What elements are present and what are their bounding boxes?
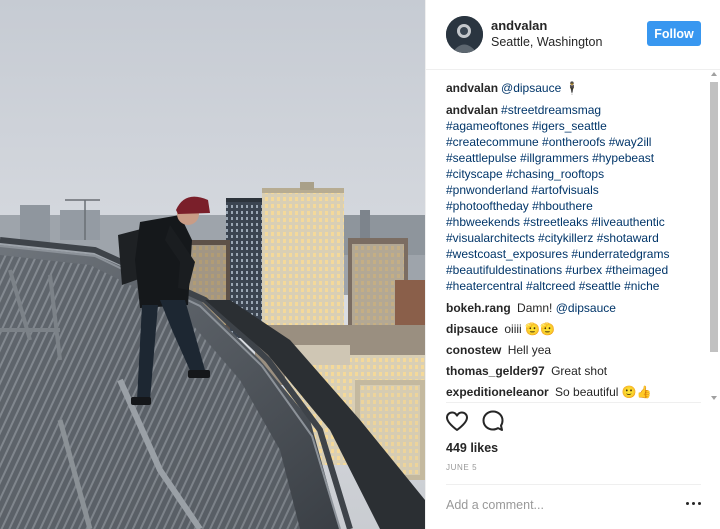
divider [446, 402, 701, 403]
heart-icon [446, 411, 468, 431]
comment-mention[interactable]: @dipsauce [556, 301, 616, 315]
hashtag-line[interactable]: #cityscape #chasing_rooftops [446, 166, 701, 182]
scroll-down-arrow-icon[interactable] [711, 396, 717, 400]
caption-hashtags: andvalan #streetdreamsmag #agameoftones #… [446, 102, 701, 294]
hashtag-line[interactable]: #visualarchitects #citykillerz #shotawar… [446, 230, 701, 246]
hashtag-line[interactable]: #hbweekends #streetleaks #liveauthentic [446, 214, 701, 230]
comment-item: thomas_gelder97 Great shot [446, 363, 701, 379]
post-location[interactable]: Seattle, Washington [491, 35, 602, 49]
hashtag-line[interactable]: #createcommune #ontheroofs #way2ill [446, 134, 701, 150]
hashtag-line[interactable]: #agameoftones #igers_seattle [446, 118, 701, 134]
like-button[interactable] [444, 408, 470, 434]
comment-item: bokeh.rang Damn! @dipsauce [446, 300, 701, 316]
rooftop-photo-illustration [0, 0, 425, 529]
comment-text: oiiii 🫡🫡 [504, 322, 555, 336]
hashtag-line[interactable]: #photooftheday #hbouthere [446, 198, 701, 214]
comment-text: So beautiful 🙂👍 [555, 385, 652, 399]
post-header: andvalan Seattle, Washington Follow [426, 0, 720, 70]
comments-list: andvalan @dipsauce 🕴 andvalan #streetdream… [446, 80, 701, 402]
scroll-up-arrow-icon[interactable] [711, 72, 717, 76]
post-date[interactable]: JUNE 5 [446, 463, 477, 472]
comment-username[interactable]: expeditioneleanor [446, 385, 549, 399]
caption-emoji: 🕴 [564, 81, 580, 95]
avatar-image [446, 16, 483, 53]
comments-scrollbar[interactable] [709, 70, 719, 402]
comment-button[interactable] [480, 408, 506, 434]
comment-icon [482, 410, 504, 431]
post-photo[interactable] [0, 0, 425, 529]
caption-intro: andvalan @dipsauce 🕴 [446, 80, 701, 96]
hashtag-line[interactable]: #westcoast_exposures #underratedgrams [446, 246, 701, 262]
hashtag-line[interactable]: #streetdreamsmag [501, 103, 601, 117]
divider [446, 484, 701, 485]
more-options-icon[interactable] [686, 497, 702, 511]
caption-hashtag-username[interactable]: andvalan [446, 103, 498, 117]
comment-item: dipsauce oiiii 🫡🫡 [446, 321, 701, 337]
likes-count[interactable]: 449 likes [446, 441, 498, 455]
hashtag-line[interactable]: #heatercentral #altcreed #seattle #niche [446, 278, 701, 294]
comment-text: Damn! [517, 301, 553, 315]
comment-item: expeditioneleanor So beautiful 🙂👍 [446, 384, 701, 400]
comment-username[interactable]: conostew [446, 343, 501, 357]
author-username[interactable]: andvalan [491, 18, 547, 33]
scroll-thumb[interactable] [710, 82, 718, 352]
comment-text: Hell yea [507, 343, 552, 357]
hashtag-line[interactable]: #seattlepulse #illgrammers #hypebeast [446, 150, 701, 166]
comment-username[interactable]: dipsauce [446, 322, 498, 336]
caption-username[interactable]: andvalan [446, 81, 498, 95]
follow-button[interactable]: Follow [647, 21, 701, 46]
author-avatar[interactable] [446, 16, 483, 53]
post-side-panel: andvalan Seattle, Washington Follow andv… [425, 0, 720, 529]
comment-text: Great shot [551, 364, 608, 378]
hashtag-line[interactable]: #beautifuldestinations #urbex #theimaged [446, 262, 701, 278]
comment-item: conostew Hell yea [446, 342, 701, 358]
add-comment-input[interactable] [446, 494, 671, 516]
comment-username[interactable]: thomas_gelder97 [446, 364, 545, 378]
hashtag-line[interactable]: #pnwonderland #artofvisuals [446, 182, 701, 198]
comment-username[interactable]: bokeh.rang [446, 301, 511, 315]
post: andvalan Seattle, Washington Follow andv… [0, 0, 720, 529]
caption-mention[interactable]: @dipsauce [501, 81, 561, 95]
